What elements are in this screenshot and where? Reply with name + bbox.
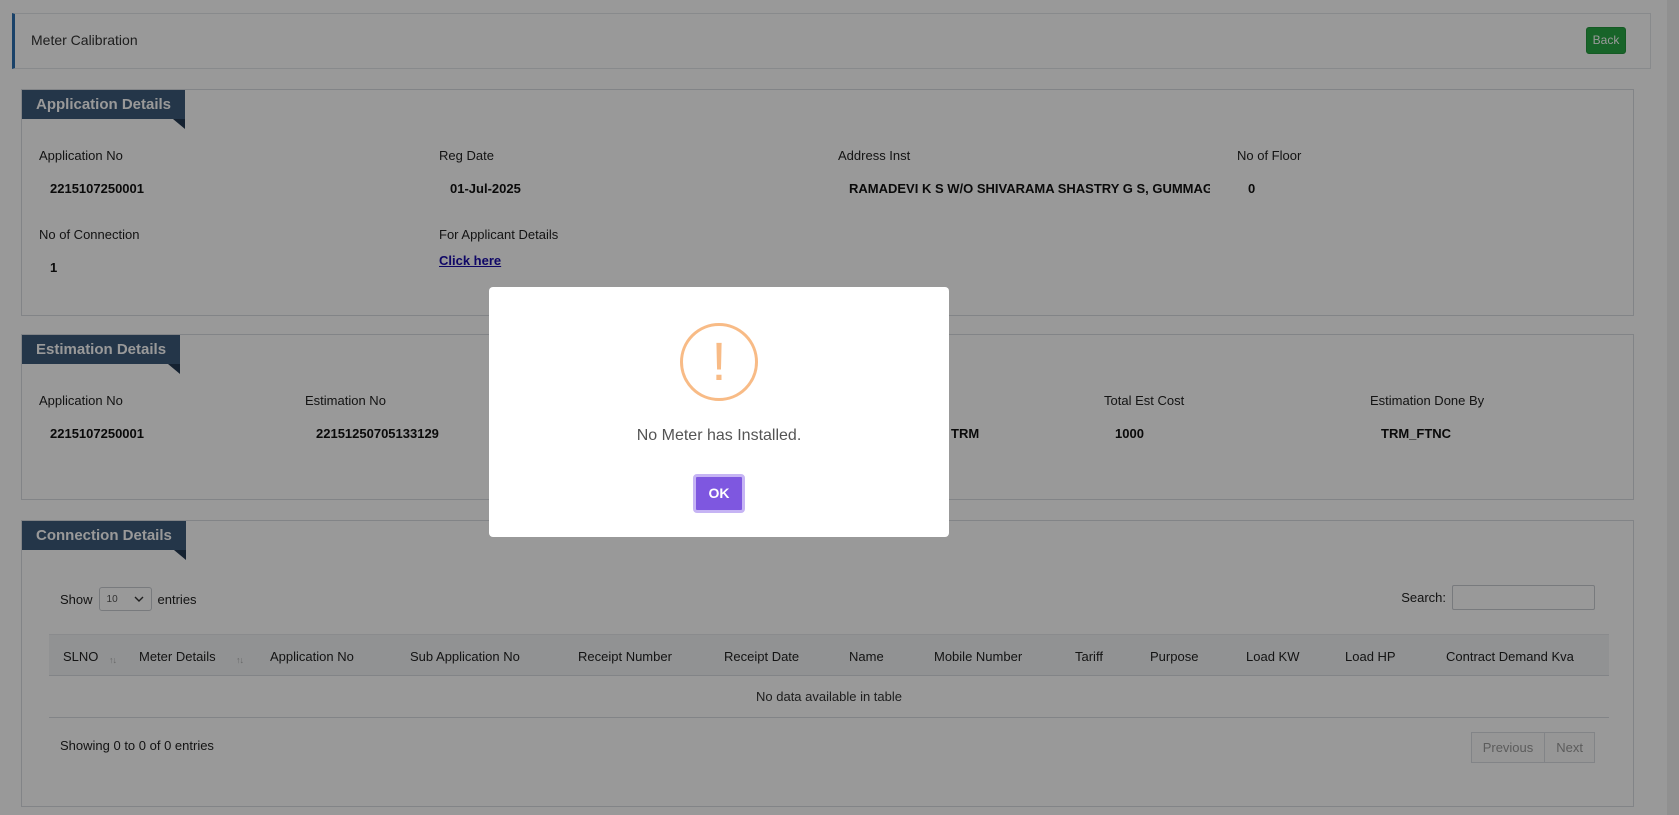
alert-message: No Meter has Installed. [636,427,802,444]
modal-overlay[interactable]: ! No Meter has Installed. OK [0,0,1679,815]
ok-button[interactable]: OK [693,474,745,513]
page: Meter Calibration Back Application Detai… [0,0,1679,815]
warning-icon: ! [680,323,758,401]
alert-dialog: ! No Meter has Installed. OK [489,287,949,537]
